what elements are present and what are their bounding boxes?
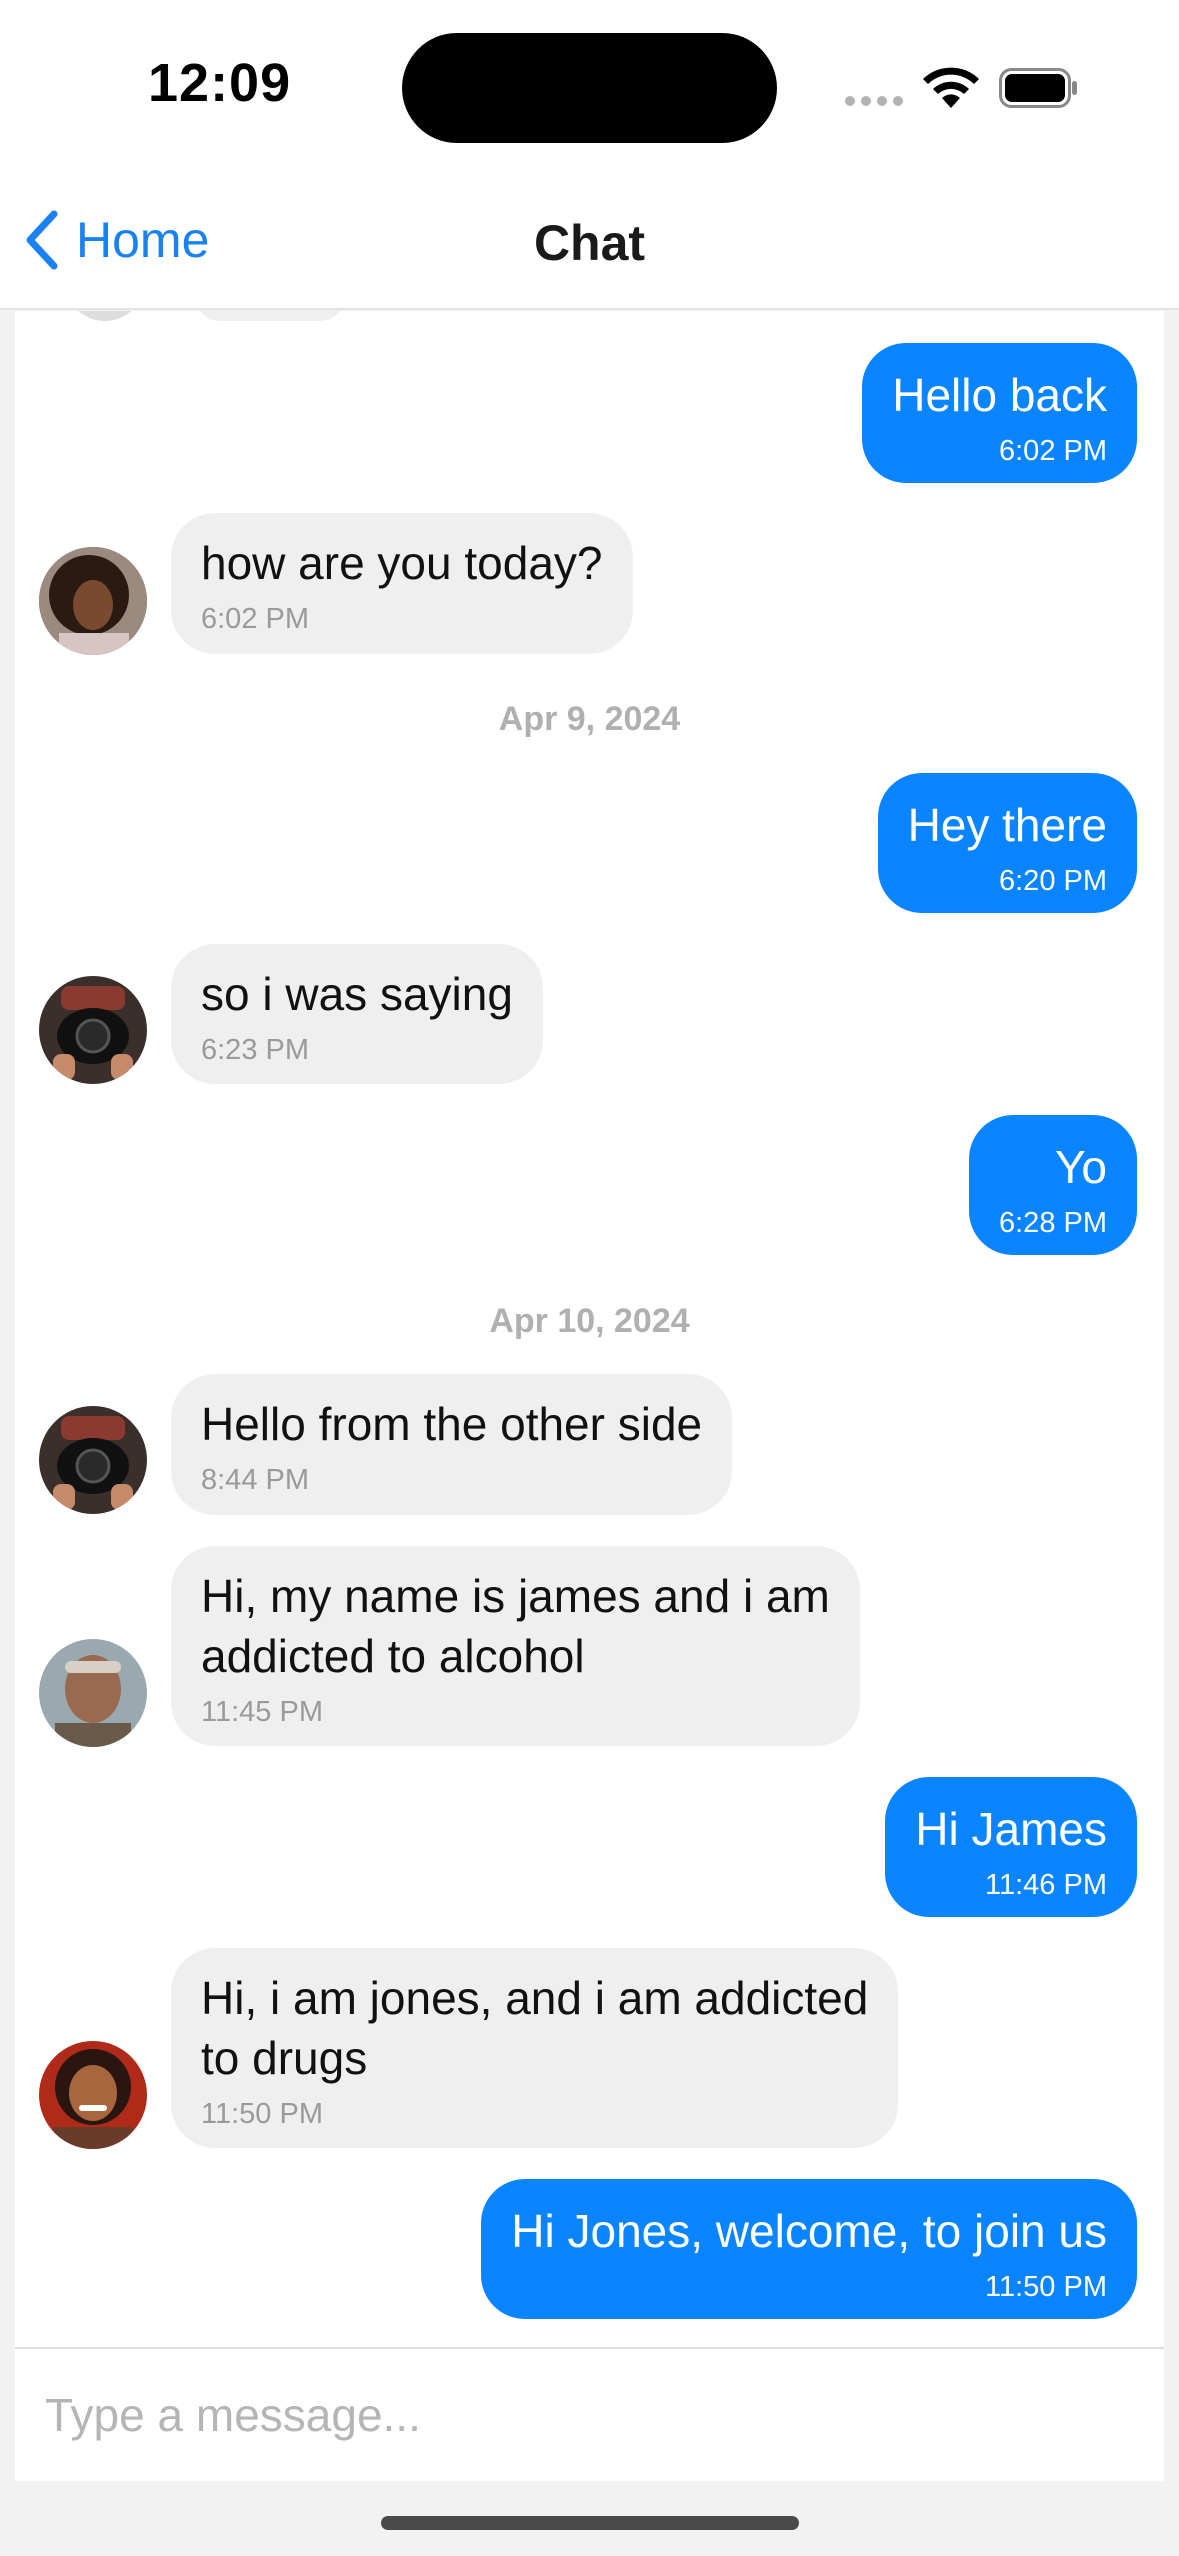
message-time: 11:50 PM — [201, 2098, 323, 2130]
page-title: Chat — [533, 215, 646, 271]
date-separator: Apr 9, 2024 — [498, 700, 681, 738]
message-composer — [15, 2347, 1164, 2481]
message-text: Hi James — [915, 1803, 1107, 1855]
avatar-camera-man[interactable] — [39, 976, 147, 1084]
message-time: 11:50 PM — [985, 2271, 1107, 2303]
message-text: how are you today? — [201, 537, 603, 589]
cellular-signal-icon — [845, 96, 903, 106]
message-incoming[interactable]: Hi, i am jones, and i am addicted to dru… — [171, 1948, 899, 2148]
navigation-bar: Home Chat — [0, 170, 1179, 310]
message-time: 11:45 PM — [201, 1696, 323, 1728]
avatar-older-man[interactable] — [39, 1639, 147, 1747]
message-incoming[interactable]: Hello from the other side 8:44 PM — [171, 1374, 733, 1515]
message-input[interactable] — [45, 2375, 1135, 2455]
message-outgoing[interactable]: Hi James 11:46 PM — [885, 1777, 1137, 1917]
message-text: Hi, i am jones, and i am addicted to dru… — [201, 1972, 869, 2084]
message-outgoing[interactable]: Hey there 6:20 PM — [877, 773, 1137, 913]
message-outgoing[interactable]: Yo 6:28 PM — [969, 1115, 1137, 1255]
message-time: 11:46 PM — [985, 1869, 1107, 1901]
message-time: 6:28 PM — [999, 1207, 1107, 1239]
message-outgoing[interactable]: Hello back 6:02 PM — [862, 343, 1137, 483]
message-text: so i was saying — [201, 968, 513, 1020]
message-incoming[interactable]: so i was saying 6:23 PM — [171, 944, 543, 1084]
message-list[interactable]: Hello back 6:02 PM how are you today? 6:… — [15, 311, 1164, 2347]
avatar-girl[interactable] — [39, 547, 147, 655]
message-text: Hey there — [907, 799, 1107, 851]
message-bubble-partial — [195, 311, 345, 321]
message-text: Hi, my name is james and i am addicted t… — [201, 1570, 830, 1682]
message-outgoing[interactable]: Hi Jones, welcome, to join us 11:50 PM — [481, 2179, 1137, 2319]
message-time: 6:23 PM — [201, 1034, 309, 1066]
message-incoming[interactable]: Hi, my name is james and i am addicted t… — [171, 1546, 860, 1746]
dynamic-island — [402, 33, 777, 143]
status-bar: 12:09 — [0, 0, 1179, 170]
message-text: Hello from the other side — [201, 1398, 703, 1450]
avatar-camera-man[interactable] — [39, 1406, 147, 1514]
avatar-woman[interactable] — [39, 2041, 147, 2149]
date-separator: Apr 10, 2024 — [489, 1302, 690, 1340]
message-text: Hi Jones, welcome, to join us — [511, 2205, 1107, 2257]
message-time: 6:02 PM — [201, 603, 309, 635]
message-time: 8:44 PM — [201, 1464, 309, 1496]
avatar — [65, 311, 145, 321]
battery-icon — [999, 68, 1077, 108]
wifi-icon — [923, 67, 979, 108]
home-indicator[interactable] — [381, 2516, 799, 2530]
message-time: 6:02 PM — [999, 435, 1107, 467]
chat-screen: 12:09 Home Chat Hello back 6:02 PM how a… — [0, 0, 1179, 2556]
status-time: 12:09 — [148, 53, 292, 113]
message-incoming[interactable]: how are you today? 6:02 PM — [171, 513, 633, 654]
message-text: Yo — [1054, 1141, 1107, 1193]
message-text: Hello back — [892, 369, 1107, 421]
message-time: 6:20 PM — [999, 865, 1107, 897]
